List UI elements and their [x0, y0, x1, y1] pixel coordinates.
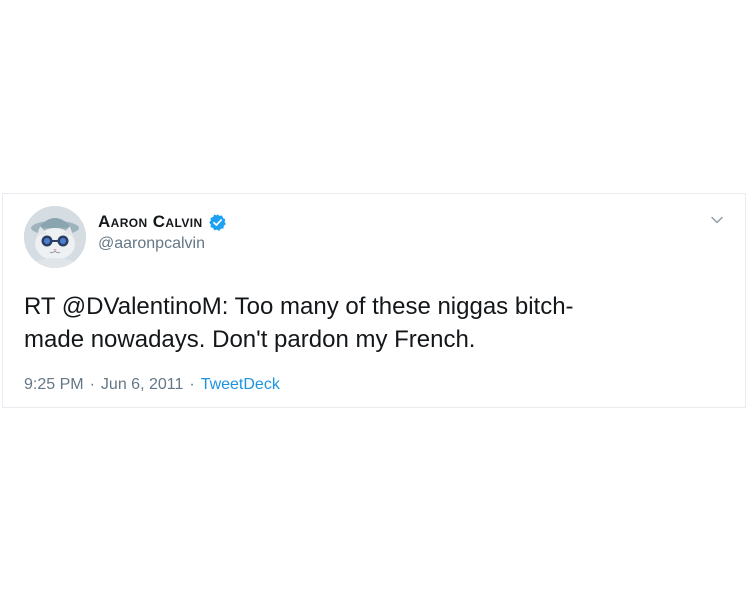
- tweet-text-line-1: RT @DValentinoM: Too many of these nigga…: [24, 293, 574, 320]
- user-handle[interactable]: @aaronpcalvin: [98, 235, 227, 253]
- tweet-time[interactable]: 9:25 PM: [24, 376, 84, 394]
- tweet-meta: 9:25 PM · Jun 6, 2011 · TweetDeck: [24, 376, 280, 394]
- tweet-text-line-2: made nowadays. Don't pardon my French.: [24, 326, 476, 353]
- name-row: Aaron Calvin: [98, 210, 227, 234]
- meta-separator: ·: [189, 376, 195, 393]
- cat-avatar-image: [24, 206, 86, 268]
- tweet-date[interactable]: Jun 6, 2011: [101, 376, 183, 394]
- avatar[interactable]: [24, 206, 86, 268]
- verified-badge-icon: [208, 213, 227, 232]
- display-name[interactable]: Aaron Calvin: [98, 212, 203, 232]
- tweet-card: Aaron Calvin @aaronpcalvin RT @DValentin…: [2, 193, 746, 408]
- tweet-source-link[interactable]: TweetDeck: [201, 376, 280, 394]
- chevron-down-icon[interactable]: [709, 212, 725, 228]
- tweet-text: RT @DValentinoM: Too many of these nigga…: [24, 290, 724, 356]
- user-block: Aaron Calvin @aaronpcalvin: [98, 210, 227, 253]
- meta-separator: ·: [89, 376, 95, 393]
